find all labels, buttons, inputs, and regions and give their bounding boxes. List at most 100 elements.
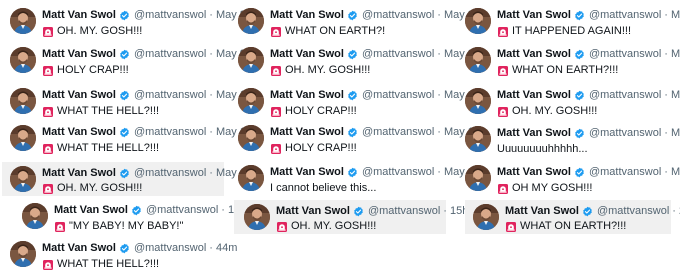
author-name[interactable]: Matt Van Swol <box>42 8 116 23</box>
dot-separator: · <box>209 126 213 138</box>
tweet-card[interactable]: Matt Van Swol @mattvanswol · 15h OH. MY.… <box>234 200 468 234</box>
tweet-card[interactable]: Matt Van Swol @mattvanswol · May 9 HOLY … <box>10 47 246 81</box>
author-handle[interactable]: @mattvanswol <box>597 204 669 219</box>
author-name[interactable]: Matt Van Swol <box>42 125 116 140</box>
dot-separator: · <box>437 48 441 60</box>
avatar[interactable] <box>10 8 36 34</box>
avatar[interactable] <box>465 126 491 152</box>
timestamp[interactable]: May 13 <box>671 165 680 180</box>
tweet-card[interactable]: Matt Van Swol @mattvanswol · May 12 I ca… <box>238 165 480 199</box>
author-name[interactable]: Matt Van Swol <box>505 204 579 219</box>
tweet-card[interactable]: Matt Van Swol @mattvanswol · 19h "MY BAB… <box>22 203 246 237</box>
timestamp[interactable]: May 12 <box>671 126 680 141</box>
tweet-text: OH. MY. GOSH!!! <box>512 105 598 117</box>
author-handle[interactable]: @mattvanswol <box>589 8 661 23</box>
tweet-card[interactable]: Matt Van Swol @mattvanswol · May 11 HOLY… <box>238 88 479 122</box>
timestamp[interactable]: May 11 <box>671 88 680 103</box>
author-name[interactable]: Matt Van Swol <box>497 126 571 141</box>
author-name[interactable]: Matt Van Swol <box>42 241 116 256</box>
author-name[interactable]: Matt Van Swol <box>54 203 128 218</box>
tweet-card[interactable]: Matt Van Swol @mattvanswol · May 8 OH. M… <box>10 8 246 42</box>
author-name[interactable]: Matt Van Swol <box>270 8 344 23</box>
author-handle[interactable]: @mattvanswol <box>368 204 440 219</box>
author-name[interactable]: Matt Van Swol <box>497 8 571 23</box>
siren-icon <box>497 106 509 118</box>
timestamp[interactable]: May 8 <box>671 8 680 23</box>
tweet-text-row: OH. MY. GOSH!!! <box>497 104 597 119</box>
tweet-text: IT HAPPENED AGAIN!!! <box>512 25 631 37</box>
tweet-text-row: Uuuuuuuuhhhhh... <box>497 142 588 157</box>
author-name[interactable]: Matt Van Swol <box>497 88 571 103</box>
verified-badge-icon <box>574 128 585 139</box>
author-handle[interactable]: @mattvanswol <box>362 88 434 103</box>
author-handle[interactable]: @mattvanswol <box>589 165 661 180</box>
avatar[interactable] <box>244 204 270 230</box>
tweet-card[interactable]: Matt Van Swol @mattvanswol · May 8 IT HA… <box>465 8 680 42</box>
author-handle[interactable]: @mattvanswol <box>134 47 206 62</box>
author-name[interactable]: Matt Van Swol <box>270 165 344 180</box>
tweet-text: HOLY CRAP!!! <box>57 64 129 76</box>
author-handle[interactable]: @mattvanswol <box>589 126 661 141</box>
author-handle[interactable]: @mattvanswol <box>134 166 206 181</box>
author-name[interactable]: Matt Van Swol <box>276 204 350 219</box>
tweet-card[interactable]: Matt Van Swol @mattvanswol · May 13 OH M… <box>465 165 680 199</box>
tweet-text-row: OH. MY. GOSH!!! <box>270 63 370 78</box>
author-name[interactable]: Matt Van Swol <box>270 125 344 140</box>
author-handle[interactable]: @mattvanswol <box>362 47 434 62</box>
avatar[interactable] <box>238 88 264 114</box>
tweet-card[interactable]: Matt Van Swol @mattvanswol · May 11 OH. … <box>465 88 680 122</box>
author-name[interactable]: Matt Van Swol <box>42 88 116 103</box>
tweet-card[interactable]: Matt Van Swol @mattvanswol · May 11 HOLY… <box>238 125 479 159</box>
author-name[interactable]: Matt Van Swol <box>497 165 571 180</box>
author-handle[interactable]: @mattvanswol <box>134 125 206 140</box>
tweet-card[interactable]: Matt Van Swol @mattvanswol · 2h WHAT ON … <box>465 200 680 234</box>
author-name[interactable]: Matt Van Swol <box>270 47 344 62</box>
tweet-card[interactable]: Matt Van Swol @mattvanswol · May 10 WHAT… <box>465 47 680 81</box>
timestamp[interactable]: May 10 <box>671 47 680 62</box>
timestamp[interactable]: 44m <box>216 241 237 256</box>
avatar[interactable] <box>10 125 36 151</box>
verified-badge-icon <box>119 127 130 138</box>
author-handle[interactable]: @mattvanswol <box>362 8 434 23</box>
tweet-card[interactable]: Matt Van Swol @mattvanswol · May 11 WHAT… <box>10 125 251 159</box>
avatar[interactable] <box>238 125 264 151</box>
tweet-card[interactable]: Matt Van Swol @mattvanswol · 44m WHAT TH… <box>10 241 237 275</box>
verified-badge-icon <box>119 168 130 179</box>
avatar[interactable] <box>10 47 36 73</box>
avatar[interactable] <box>465 8 491 34</box>
dot-separator: · <box>209 9 213 21</box>
avatar[interactable] <box>238 47 264 73</box>
avatar[interactable] <box>473 204 499 230</box>
tweet-text: I cannot believe this... <box>270 182 377 194</box>
avatar[interactable] <box>10 241 36 267</box>
avatar[interactable] <box>465 88 491 114</box>
avatar[interactable] <box>238 165 264 191</box>
dot-separator: · <box>672 205 676 217</box>
avatar[interactable] <box>465 165 491 191</box>
author-handle[interactable]: @mattvanswol <box>134 8 206 23</box>
author-name[interactable]: Matt Van Swol <box>497 47 571 62</box>
author-handle[interactable]: @mattvanswol <box>134 88 206 103</box>
author-handle[interactable]: @mattvanswol <box>134 241 206 256</box>
author-handle[interactable]: @mattvanswol <box>362 125 434 140</box>
tweet-card[interactable]: Matt Van Swol @mattvanswol · May 12 OH. … <box>2 162 252 196</box>
author-name[interactable]: Matt Van Swol <box>42 166 116 181</box>
tweet-card[interactable]: Matt Van Swol @mattvanswol · May 12 Uuuu… <box>465 126 680 160</box>
author-name[interactable]: Matt Van Swol <box>42 47 116 62</box>
tweet-card[interactable]: Matt Van Swol @mattvanswol · May 8 WHAT … <box>238 8 474 42</box>
avatar[interactable] <box>10 88 36 114</box>
avatar[interactable] <box>465 47 491 73</box>
dot-separator: · <box>664 48 668 60</box>
author-handle[interactable]: @mattvanswol <box>362 165 434 180</box>
author-handle[interactable]: @mattvanswol <box>146 203 218 218</box>
author-handle[interactable]: @mattvanswol <box>589 88 661 103</box>
avatar[interactable] <box>22 203 48 229</box>
tweet-text-row: WHAT THE HELL?!!! <box>42 104 159 119</box>
avatar[interactable] <box>10 166 36 192</box>
author-name[interactable]: Matt Van Swol <box>270 88 344 103</box>
avatar[interactable] <box>238 8 264 34</box>
tweet-card[interactable]: Matt Van Swol @mattvanswol · May 10 WHAT… <box>10 88 252 122</box>
tweet-card[interactable]: Matt Van Swol @mattvanswol · May 9 OH. M… <box>238 47 474 81</box>
siren-icon <box>42 143 54 155</box>
author-handle[interactable]: @mattvanswol <box>589 47 661 62</box>
